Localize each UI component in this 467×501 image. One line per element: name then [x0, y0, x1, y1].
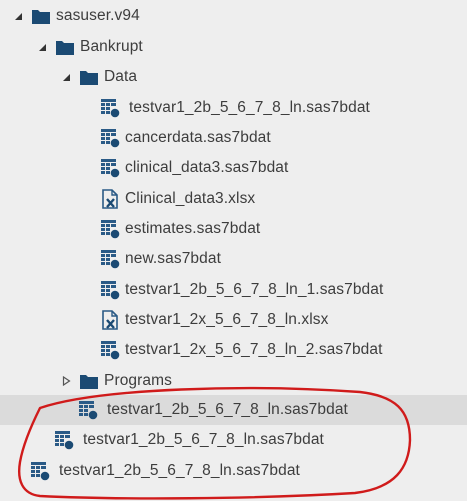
library-icon: [31, 6, 51, 26]
tree-node-sasuser[interactable]: sasuser.v94: [0, 1, 467, 31]
expanded-arrow-icon[interactable]: [13, 11, 23, 21]
tree-item-dataset-selected[interactable]: testvar1_2b_5_6_7_8_ln.sas7bdat: [0, 395, 467, 425]
collapsed-arrow-icon[interactable]: [61, 376, 71, 386]
dataset-label: testvar1_2b_5_6_7_8_ln.sas7bdat: [107, 401, 348, 418]
sas-dataset-icon: [100, 98, 120, 118]
tree-item-dataset[interactable]: testvar1_2x_5_6_7_8_ln_2.sas7bdat: [0, 335, 467, 365]
expanded-arrow-icon[interactable]: [37, 42, 47, 52]
folder-icon: [79, 67, 99, 87]
tree-item-excel[interactable]: testvar1_2x_5_6_7_8_ln.xlsx: [0, 305, 467, 335]
sas-dataset-icon: [100, 280, 120, 300]
sas-dataset-icon: [100, 158, 120, 178]
excel-label: Clinical_data3.xlsx: [125, 190, 256, 207]
tree-node-label: Bankrupt: [80, 38, 143, 55]
dataset-label: cancerdata.sas7bdat: [125, 129, 271, 146]
tree-item-dataset[interactable]: cancerdata.sas7bdat: [0, 123, 467, 153]
expanded-arrow-icon[interactable]: [61, 72, 71, 82]
excel-file-icon: [100, 189, 120, 209]
file-tree: sasuser.v94 Bankrupt Data testvar1_2b_5_…: [0, 0, 467, 501]
tree-item-dataset[interactable]: new.sas7bdat: [0, 244, 467, 274]
tree-item-excel[interactable]: Clinical_data3.xlsx: [0, 184, 467, 214]
excel-label: testvar1_2x_5_6_7_8_ln.xlsx: [125, 311, 329, 328]
sas-dataset-icon: [100, 219, 120, 239]
tree-item-dataset[interactable]: testvar1_2b_5_6_7_8_ln.sas7bdat: [0, 425, 467, 455]
dataset-label: testvar1_2x_5_6_7_8_ln_2.sas7bdat: [125, 341, 383, 358]
dataset-label: estimates.sas7bdat: [125, 220, 261, 237]
tree-item-dataset[interactable]: estimates.sas7bdat: [0, 214, 467, 244]
sas-dataset-icon: [100, 340, 120, 360]
tree-node-programs-folder[interactable]: Programs: [0, 366, 467, 396]
tree-node-label: Programs: [104, 372, 172, 389]
dataset-label: new.sas7bdat: [125, 250, 221, 267]
sas-dataset-icon: [100, 128, 120, 148]
dataset-label: clinical_data3.sas7bdat: [125, 159, 289, 176]
sas-dataset-icon: [100, 249, 120, 269]
sas-dataset-icon: [30, 461, 50, 481]
tree-item-dataset[interactable]: testvar1_2b_5_6_7_8_ln_1.sas7bdat: [0, 275, 467, 305]
tree-item-dataset[interactable]: clinical_data3.sas7bdat: [0, 153, 467, 183]
folder-icon: [79, 371, 99, 391]
library-icon: [55, 37, 75, 57]
tree-node-bankrupt[interactable]: Bankrupt: [0, 32, 467, 62]
tree-item-dataset[interactable]: testvar1_2b_5_6_7_8_ln.sas7bdat: [0, 456, 467, 486]
tree-node-data-folder[interactable]: Data: [0, 62, 467, 92]
sas-dataset-icon: [54, 430, 74, 450]
excel-file-icon: [100, 310, 120, 330]
sas-dataset-icon: [78, 400, 98, 420]
tree-node-label: sasuser.v94: [56, 7, 140, 24]
dataset-label: testvar1_2b_5_6_7_8_ln.sas7bdat: [59, 462, 300, 479]
tree-node-label: Data: [104, 68, 138, 85]
tree-item-dataset[interactable]: testvar1_2b_5_6_7_8_ln.sas7bdat: [0, 93, 467, 123]
dataset-label: testvar1_2b_5_6_7_8_ln.sas7bdat: [129, 99, 370, 116]
dataset-label: testvar1_2b_5_6_7_8_ln_1.sas7bdat: [125, 281, 384, 298]
dataset-label: testvar1_2b_5_6_7_8_ln.sas7bdat: [83, 431, 324, 448]
